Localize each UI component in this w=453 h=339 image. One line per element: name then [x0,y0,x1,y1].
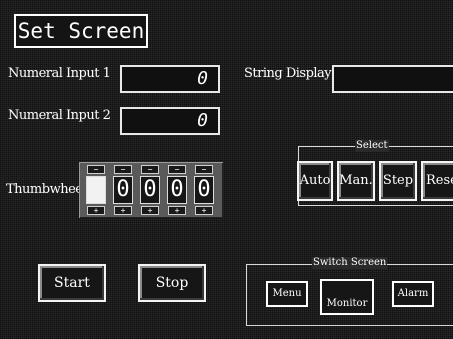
auto-button[interactable]: Auto [297,161,333,201]
stop-button[interactable]: Stop [138,264,206,302]
thumbwheel-digit[interactable]: 0 [167,176,187,204]
thumbwheel-decrement-button[interactable]: − [168,165,186,174]
reset-button[interactable]: Reset [421,161,453,201]
numeral-input-1-field[interactable]: 0 [120,65,220,93]
thumbwheel-decrement-button[interactable]: − [195,165,213,174]
select-group-title: Select [355,140,389,152]
thumbwheel-column: − 0 + [193,164,215,216]
thumbwheel: − + − 0 + − 0 + − 0 + − 0 + [79,162,223,218]
thumbwheel-digit[interactable]: 0 [113,176,133,204]
screen-title: Set Screen [14,14,148,48]
menu-button[interactable]: Menu [266,281,308,307]
thumbwheel-decrement-button[interactable]: − [87,165,105,174]
thumbwheel-increment-button[interactable]: + [195,206,213,215]
monitor-button[interactable]: Monitor [320,279,374,315]
thumbwheel-digit[interactable]: 0 [194,176,214,204]
thumbwheel-increment-button[interactable]: + [141,206,159,215]
thumbwheel-column: − 0 + [139,164,161,216]
thumbwheel-increment-button[interactable]: + [87,206,105,215]
thumbwheel-digit[interactable] [86,176,106,204]
alarm-button[interactable]: Alarm [392,281,434,307]
thumbwheel-label: Thumbwheel [6,182,87,197]
numeral-input-2-field[interactable]: 0 [120,107,220,135]
string-display-field [332,65,453,93]
thumbwheel-increment-button[interactable]: + [168,206,186,215]
switch-screen-group-title: Switch Screen [312,257,388,269]
numeral-input-2-label: Numeral Input 2 [8,108,111,123]
start-button[interactable]: Start [38,264,106,302]
thumbwheel-decrement-button[interactable]: − [114,165,132,174]
string-display-label: String Display [244,66,332,81]
thumbwheel-increment-button[interactable]: + [114,206,132,215]
thumbwheel-digit[interactable]: 0 [140,176,160,204]
numeral-input-1-label: Numeral Input 1 [8,66,111,81]
thumbwheel-column: − 0 + [166,164,188,216]
thumbwheel-column: − + [85,164,107,216]
thumbwheel-decrement-button[interactable]: − [141,165,159,174]
step-button[interactable]: Step [379,161,417,201]
thumbwheel-column: − 0 + [112,164,134,216]
manual-button[interactable]: Man. [337,161,375,201]
